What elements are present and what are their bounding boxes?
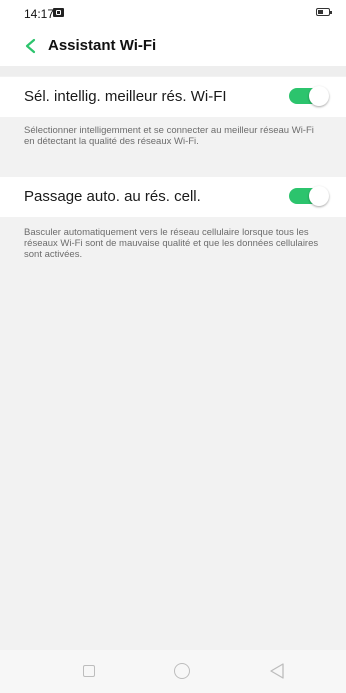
setting-label: Sél. intellig. meilleur rés. Wi-FI: [24, 88, 227, 105]
setting-row-smart-wifi[interactable]: Sél. intellig. meilleur rés. Wi-FI: [0, 77, 346, 117]
page-title: Assistant Wi-Fi: [48, 37, 157, 54]
toggle-knob: [309, 186, 329, 206]
chevron-left-icon[interactable]: [23, 38, 39, 54]
auto-cellular-toggle[interactable]: [289, 186, 329, 206]
setting-label: Passage auto. au rés. cell.: [24, 188, 201, 205]
navigation-bar: [0, 650, 346, 693]
status-time: 14:17: [24, 7, 55, 21]
app-header: Assistant Wi-Fi: [0, 24, 346, 66]
back-icon[interactable]: [268, 662, 286, 680]
section-divider: [0, 66, 346, 76]
setting-description: Sélectionner intelligemment et se connec…: [24, 125, 314, 147]
notification-icon: [53, 8, 64, 17]
recent-apps-icon[interactable]: [83, 665, 95, 677]
toggle-knob: [309, 86, 329, 106]
battery-icon: [316, 8, 332, 16]
setting-description: Basculer automatiquement vers le réseau …: [24, 227, 319, 260]
home-icon[interactable]: [174, 663, 190, 679]
status-bar: 14:17: [0, 0, 346, 24]
smart-wifi-toggle[interactable]: [289, 86, 329, 106]
setting-row-auto-cellular[interactable]: Passage auto. au rés. cell.: [0, 177, 346, 217]
